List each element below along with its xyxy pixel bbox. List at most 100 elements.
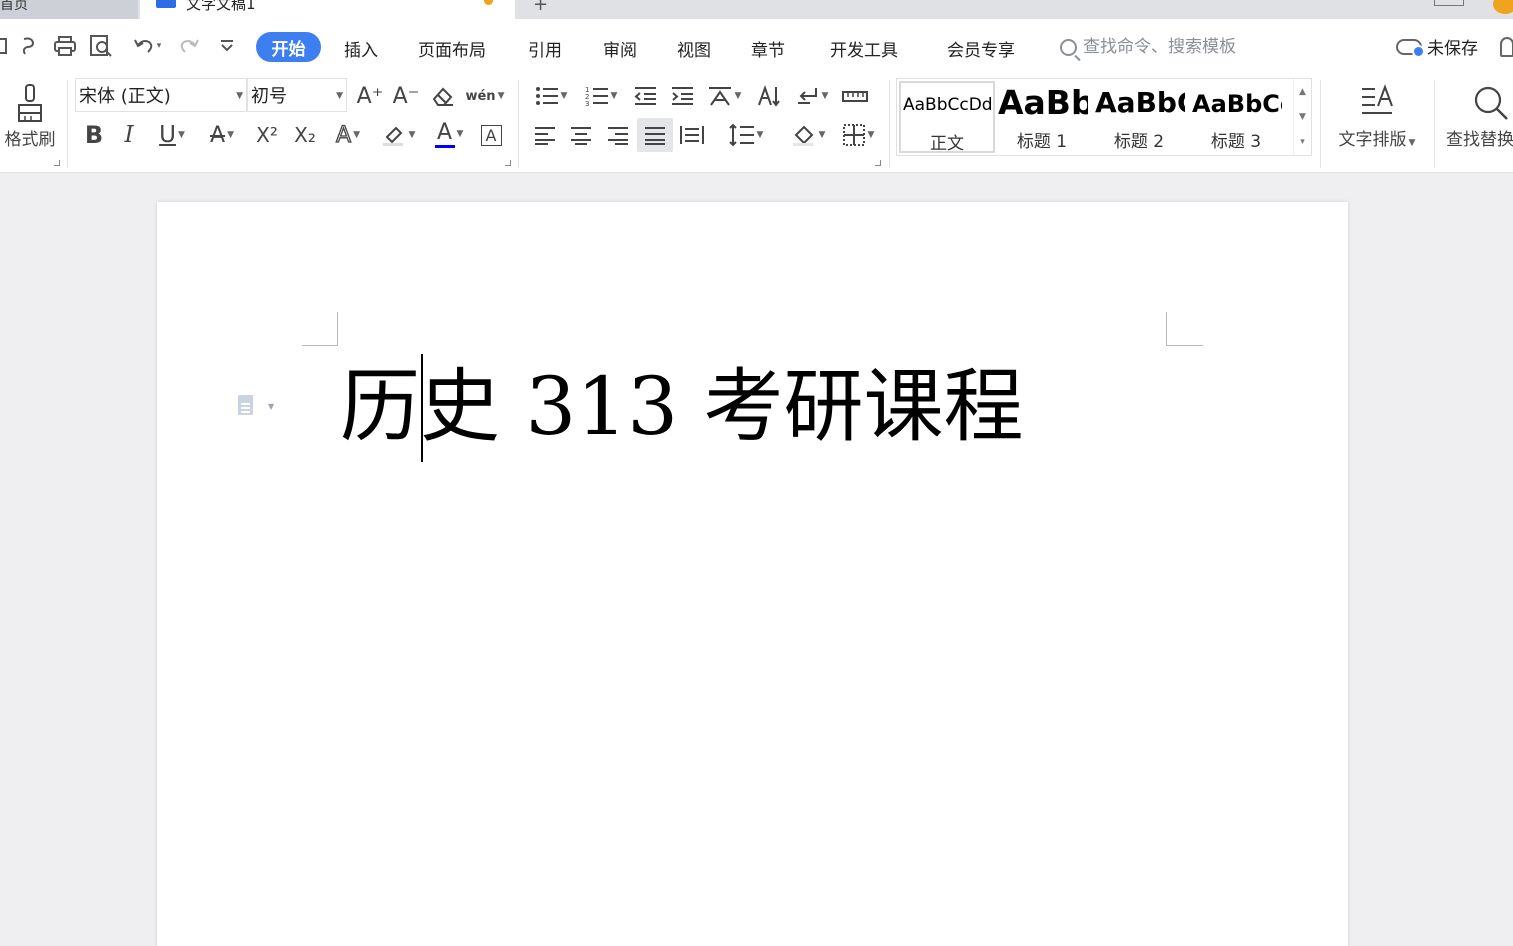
chinese-layout-icon[interactable]: ▼ bbox=[703, 82, 745, 110]
strikethrough-icon[interactable]: A ▼ bbox=[201, 120, 243, 150]
font-color-icon[interactable]: A ▼ bbox=[428, 118, 470, 150]
command-search[interactable] bbox=[1060, 34, 1283, 60]
character-border-icon[interactable]: A bbox=[478, 120, 504, 150]
line-spacing-icon[interactable]: ▼ bbox=[724, 120, 768, 150]
user-icon[interactable] bbox=[1500, 37, 1513, 57]
format-painter-label: 格式刷 bbox=[4, 129, 56, 150]
numbered-list-icon[interactable]: 1 2 3 ▼ bbox=[580, 82, 622, 110]
style-heading-1[interactable]: AaBb 标题 1 bbox=[996, 81, 1088, 153]
print-preview-icon[interactable] bbox=[89, 32, 115, 60]
search-icon bbox=[1474, 86, 1508, 120]
underline-glyph: U bbox=[159, 122, 176, 148]
style-label: 标题 2 bbox=[1113, 132, 1165, 152]
document-heading[interactable]: 历史 313 考研课程 bbox=[340, 352, 1024, 462]
subscript-icon[interactable]: X₂ bbox=[289, 120, 321, 150]
tab-start[interactable]: 开始 bbox=[256, 32, 321, 62]
expand-gallery-icon[interactable]: ▾ bbox=[1300, 137, 1305, 147]
borders-icon[interactable]: ▼ bbox=[836, 120, 880, 150]
sort-icon[interactable] bbox=[754, 82, 784, 110]
align-right-icon[interactable] bbox=[603, 120, 633, 150]
ribbon-separator bbox=[67, 80, 68, 168]
align-left-icon[interactable] bbox=[530, 120, 560, 150]
distributed-align-icon[interactable] bbox=[677, 120, 707, 150]
save-status[interactable]: 未保存 bbox=[1396, 34, 1478, 59]
ruler-icon[interactable] bbox=[840, 82, 870, 110]
format-painter-button[interactable]: 格式刷 bbox=[0, 78, 60, 154]
tab-page-layout[interactable]: 页面布局 bbox=[418, 36, 486, 61]
cloud-sync-icon[interactable] bbox=[16, 32, 42, 60]
text-layout-icon bbox=[1362, 84, 1393, 114]
tab-document[interactable]: 文字文稿1 bbox=[140, 0, 515, 19]
find-replace-label: 查找替换 bbox=[1446, 130, 1513, 150]
find-replace-button[interactable]: 查找替换 bbox=[1446, 78, 1513, 156]
paragraph-dialog-launcher[interactable] bbox=[875, 160, 881, 166]
command-search-input[interactable] bbox=[1083, 37, 1283, 57]
pinyin-glyph: wén bbox=[465, 88, 496, 104]
ribbon-separator bbox=[889, 80, 890, 168]
pinyin-guide-icon[interactable]: wén ▼ bbox=[464, 82, 506, 110]
chevron-up-icon[interactable]: ▲ bbox=[1299, 87, 1306, 97]
italic-icon[interactable]: I bbox=[116, 120, 142, 150]
underline-icon[interactable]: U ▼ bbox=[151, 120, 193, 150]
new-tab-button[interactable]: + bbox=[533, 0, 548, 15]
document-page[interactable]: ▼ 历史 313 考研课程 bbox=[157, 202, 1348, 946]
text-layout-button[interactable]: 文字排版 ▼ bbox=[1328, 78, 1426, 156]
bullet-list-icon[interactable]: ▼ bbox=[530, 82, 572, 110]
shading-icon[interactable]: ▼ bbox=[786, 120, 830, 150]
text-effect-icon[interactable]: A ▼ bbox=[327, 120, 369, 150]
writer-doc-icon bbox=[156, 0, 176, 8]
redo-icon[interactable] bbox=[176, 32, 202, 60]
style-preview-text: AaBbCc bbox=[1192, 90, 1282, 118]
svg-text:3: 3 bbox=[585, 100, 589, 107]
tab-insert[interactable]: 插入 bbox=[344, 36, 378, 61]
open-icon[interactable] bbox=[0, 32, 10, 60]
tab-home[interactable]: 首页 bbox=[0, 0, 138, 19]
menu-bar: ▾ 开始 插入 页面布局 引用 审阅 视图 章节 开发工具 会员专享 未保存 bbox=[0, 19, 1513, 74]
style-label: 正文 bbox=[930, 134, 964, 153]
shrink-font-icon[interactable]: A⁻ bbox=[391, 82, 421, 110]
ribbon-separator bbox=[1434, 80, 1435, 168]
chevron-down-icon[interactable]: ▼ bbox=[268, 402, 274, 411]
font-size-select[interactable]: 初号 ▼ bbox=[247, 78, 347, 112]
font-name-select[interactable]: 宋体 (正文) ▼ bbox=[75, 78, 247, 112]
tab-member[interactable]: 会员专享 bbox=[947, 36, 1015, 61]
bold-icon[interactable]: B bbox=[80, 120, 108, 150]
decrease-indent-icon[interactable] bbox=[630, 82, 660, 110]
justify-icon[interactable] bbox=[637, 118, 673, 152]
grow-font-icon[interactable]: A⁺ bbox=[355, 82, 385, 110]
style-heading-3[interactable]: AaBbCc 标题 3 bbox=[1190, 81, 1282, 153]
tab-review[interactable]: 审阅 bbox=[603, 36, 637, 61]
text-cursor bbox=[421, 354, 423, 462]
styles-scroll[interactable]: ▲ ▼ ▾ bbox=[1293, 79, 1311, 155]
chevron-down-icon: ▼ bbox=[236, 91, 243, 101]
align-center-icon[interactable] bbox=[566, 120, 596, 150]
font-color-glyph: A bbox=[437, 119, 453, 145]
print-icon[interactable] bbox=[52, 32, 78, 60]
tab-strip: 首页 文字文稿1 + bbox=[0, 0, 1513, 19]
tab-view[interactable]: 视图 bbox=[677, 36, 711, 61]
document-canvas[interactable]: ▼ 历史 313 考研课程 bbox=[0, 174, 1513, 946]
undo-icon[interactable]: ▾ bbox=[128, 32, 166, 60]
font-dialog-launcher[interactable] bbox=[505, 160, 511, 166]
brush-icon bbox=[18, 83, 42, 122]
increase-indent-icon[interactable] bbox=[667, 82, 697, 110]
style-preview-text: AaBbC bbox=[1095, 86, 1185, 119]
clear-format-icon[interactable] bbox=[428, 82, 458, 110]
crop-mark-top-right-h bbox=[1167, 345, 1203, 346]
tab-references[interactable]: 引用 bbox=[528, 36, 562, 61]
tab-developer-tools[interactable]: 开发工具 bbox=[830, 36, 898, 61]
paragraph-handle-icon[interactable] bbox=[238, 395, 257, 417]
crop-mark-top-right-v bbox=[1166, 312, 1167, 346]
member-badge-icon[interactable] bbox=[1493, 0, 1513, 14]
customize-toolbar-icon[interactable] bbox=[216, 32, 238, 60]
superscript-icon[interactable]: X² bbox=[251, 120, 283, 150]
tab-chapter[interactable]: 章节 bbox=[751, 36, 785, 61]
style-normal[interactable]: AaBbCcDd 正文 bbox=[899, 81, 995, 153]
window-layout-icon[interactable] bbox=[1434, 0, 1464, 6]
highlight-icon[interactable]: ▼ bbox=[377, 120, 419, 150]
font-color-swatch bbox=[434, 144, 455, 148]
style-heading-2[interactable]: AaBbC 标题 2 bbox=[1093, 81, 1185, 153]
chevron-down-icon[interactable]: ▼ bbox=[1299, 112, 1306, 122]
show-paragraph-marks-icon[interactable]: ▼ bbox=[791, 82, 833, 110]
clipboard-dialog-launcher[interactable] bbox=[54, 160, 60, 166]
